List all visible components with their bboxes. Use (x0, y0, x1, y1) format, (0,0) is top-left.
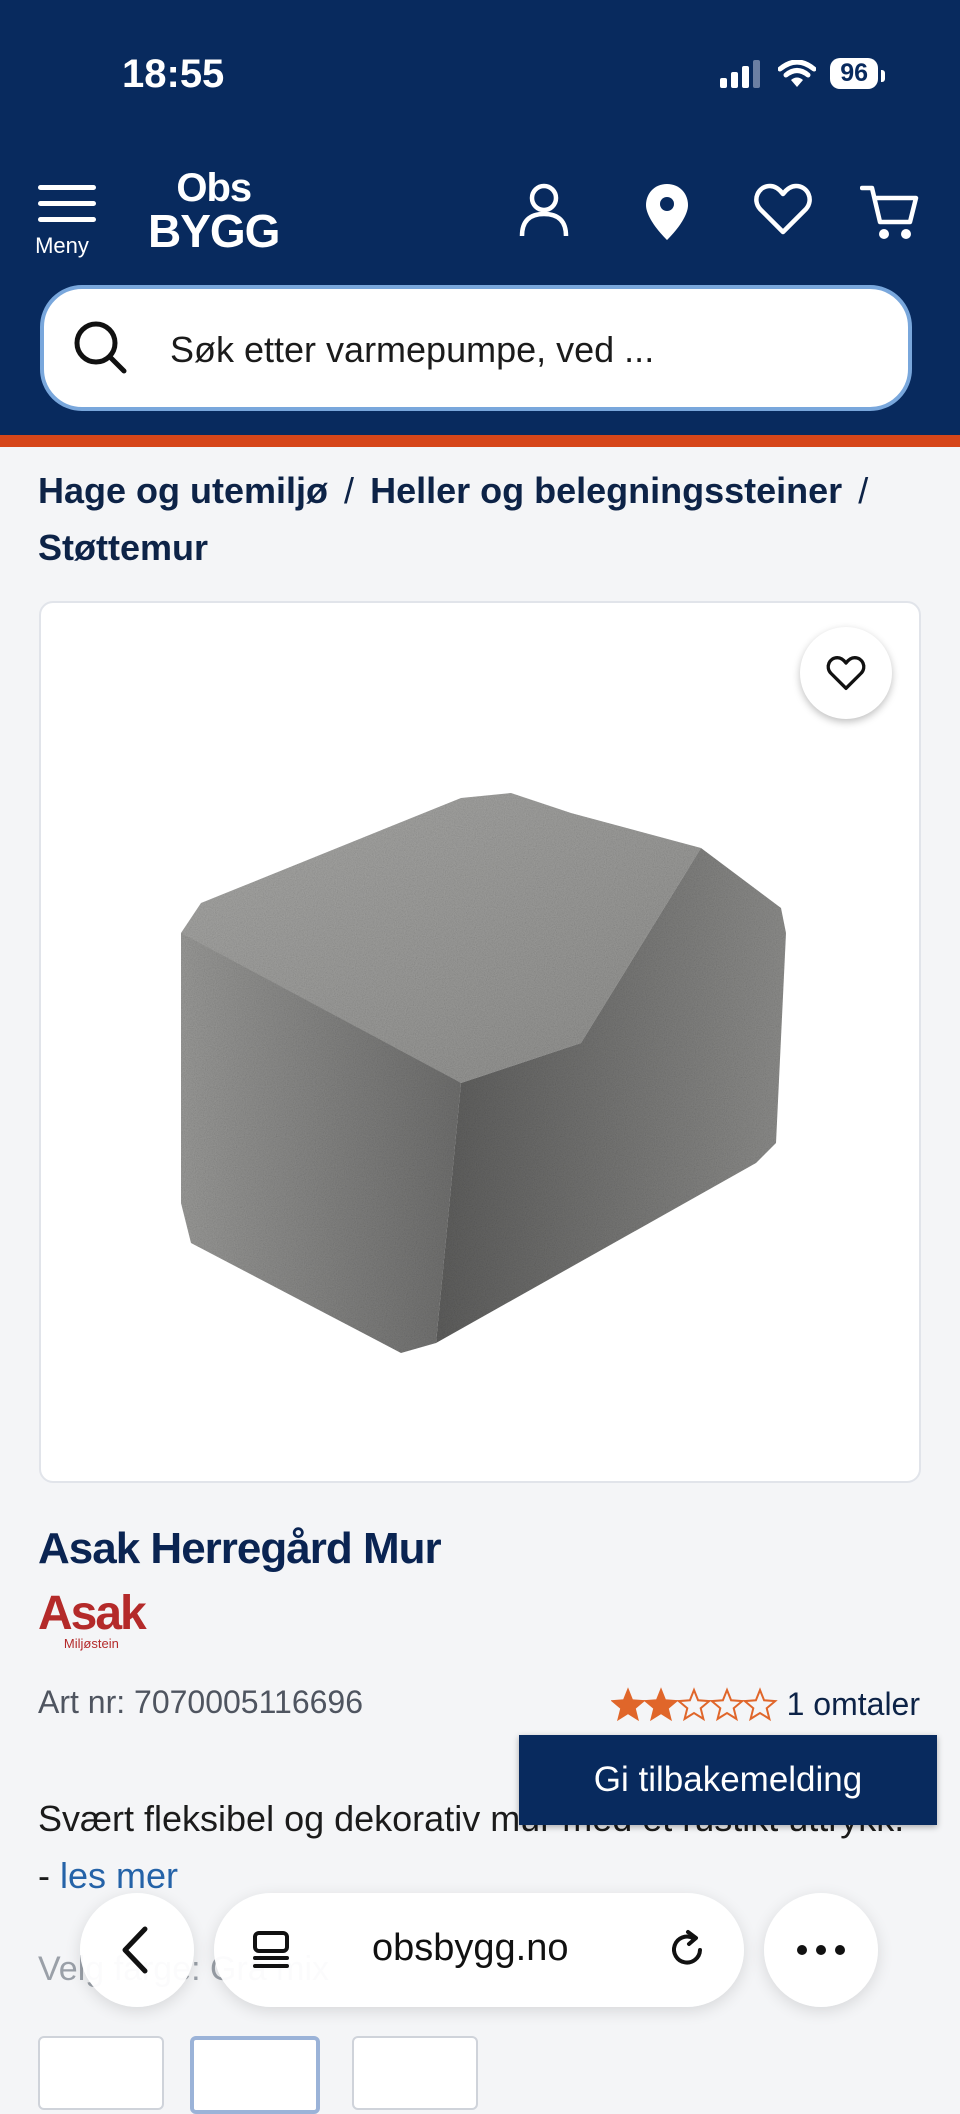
chevron-left-icon (122, 1926, 148, 1974)
variant-thumbnail[interactable] (38, 2036, 164, 2110)
brand-name: Asak (38, 1587, 147, 1640)
menu-button[interactable]: Meny (35, 185, 96, 259)
header-accent-bar (0, 435, 960, 447)
status-time: 18:55 (122, 52, 225, 96)
breadcrumb-item-stottemur[interactable]: Støttemur (38, 527, 208, 568)
review-count: 1 omtaler (786, 1686, 920, 1722)
more-dots-icon (797, 1945, 845, 1955)
battery-indicator: 96 (830, 58, 885, 89)
location-pin-icon[interactable] (644, 182, 690, 242)
star-filled (610, 1686, 646, 1721)
star-empty (708, 1686, 745, 1721)
breadcrumb-item-heller[interactable]: Heller og belegningssteiner (370, 470, 842, 511)
user-icon[interactable] (518, 182, 570, 238)
star-empty (675, 1686, 712, 1721)
obs-bygg-logo[interactable]: Obs BYGG (148, 166, 280, 257)
heart-outline-icon (826, 656, 866, 690)
cart-icon[interactable] (860, 182, 920, 242)
search-icon (74, 321, 127, 374)
reload-icon[interactable] (666, 1929, 708, 1971)
add-to-wishlist-button[interactable] (800, 627, 892, 719)
star-filled (642, 1686, 679, 1721)
product-image-card[interactable] (39, 601, 921, 1483)
browser-more-button[interactable] (764, 1893, 878, 2007)
breadcrumb: Hage og utemiljø / Heller og belegningss… (38, 462, 918, 576)
browser-address-bar[interactable]: obsbygg.no (214, 1893, 744, 2007)
search-input[interactable]: Søk etter varmepumpe, ved ... (40, 285, 912, 411)
logo-line-1: Obs (176, 166, 252, 210)
wishlist-heart-icon[interactable] (754, 182, 812, 236)
variant-thumbnail-selected[interactable] (190, 2036, 320, 2114)
product-image (181, 793, 786, 1353)
reader-tabs-icon[interactable] (250, 1929, 292, 1971)
feedback-button[interactable]: Gi tilbakemelding (519, 1735, 937, 1825)
article-number: Art nr: 7070005116696 (38, 1684, 363, 1720)
product-title: Asak Herregård Mur (38, 1524, 442, 1573)
url-text: obsbygg.no (372, 1927, 569, 1969)
menu-label: Meny (35, 233, 89, 258)
search-placeholder: Søk etter varmepumpe, ved ... (170, 329, 655, 370)
breadcrumb-separator: / (858, 470, 869, 511)
star-empty (741, 1686, 778, 1721)
brand-logo[interactable]: Asak Miljøstein (38, 1587, 147, 1652)
wifi-icon (778, 59, 817, 87)
signal-icon (720, 59, 761, 88)
logo-line-2: BYGG (148, 205, 280, 257)
read-more-link[interactable]: les mer (60, 1855, 178, 1896)
product-rating[interactable]: 1 omtaler (610, 1686, 920, 1723)
breadcrumb-item-hage[interactable]: Hage og utemiljø (38, 470, 328, 511)
variant-thumbnail[interactable] (352, 2036, 478, 2110)
breadcrumb-separator: / (344, 470, 355, 511)
hamburger-icon (38, 185, 96, 222)
status-icons: 96 (720, 58, 885, 89)
browser-back-button[interactable] (80, 1893, 194, 2007)
rating-stars (610, 1686, 778, 1721)
